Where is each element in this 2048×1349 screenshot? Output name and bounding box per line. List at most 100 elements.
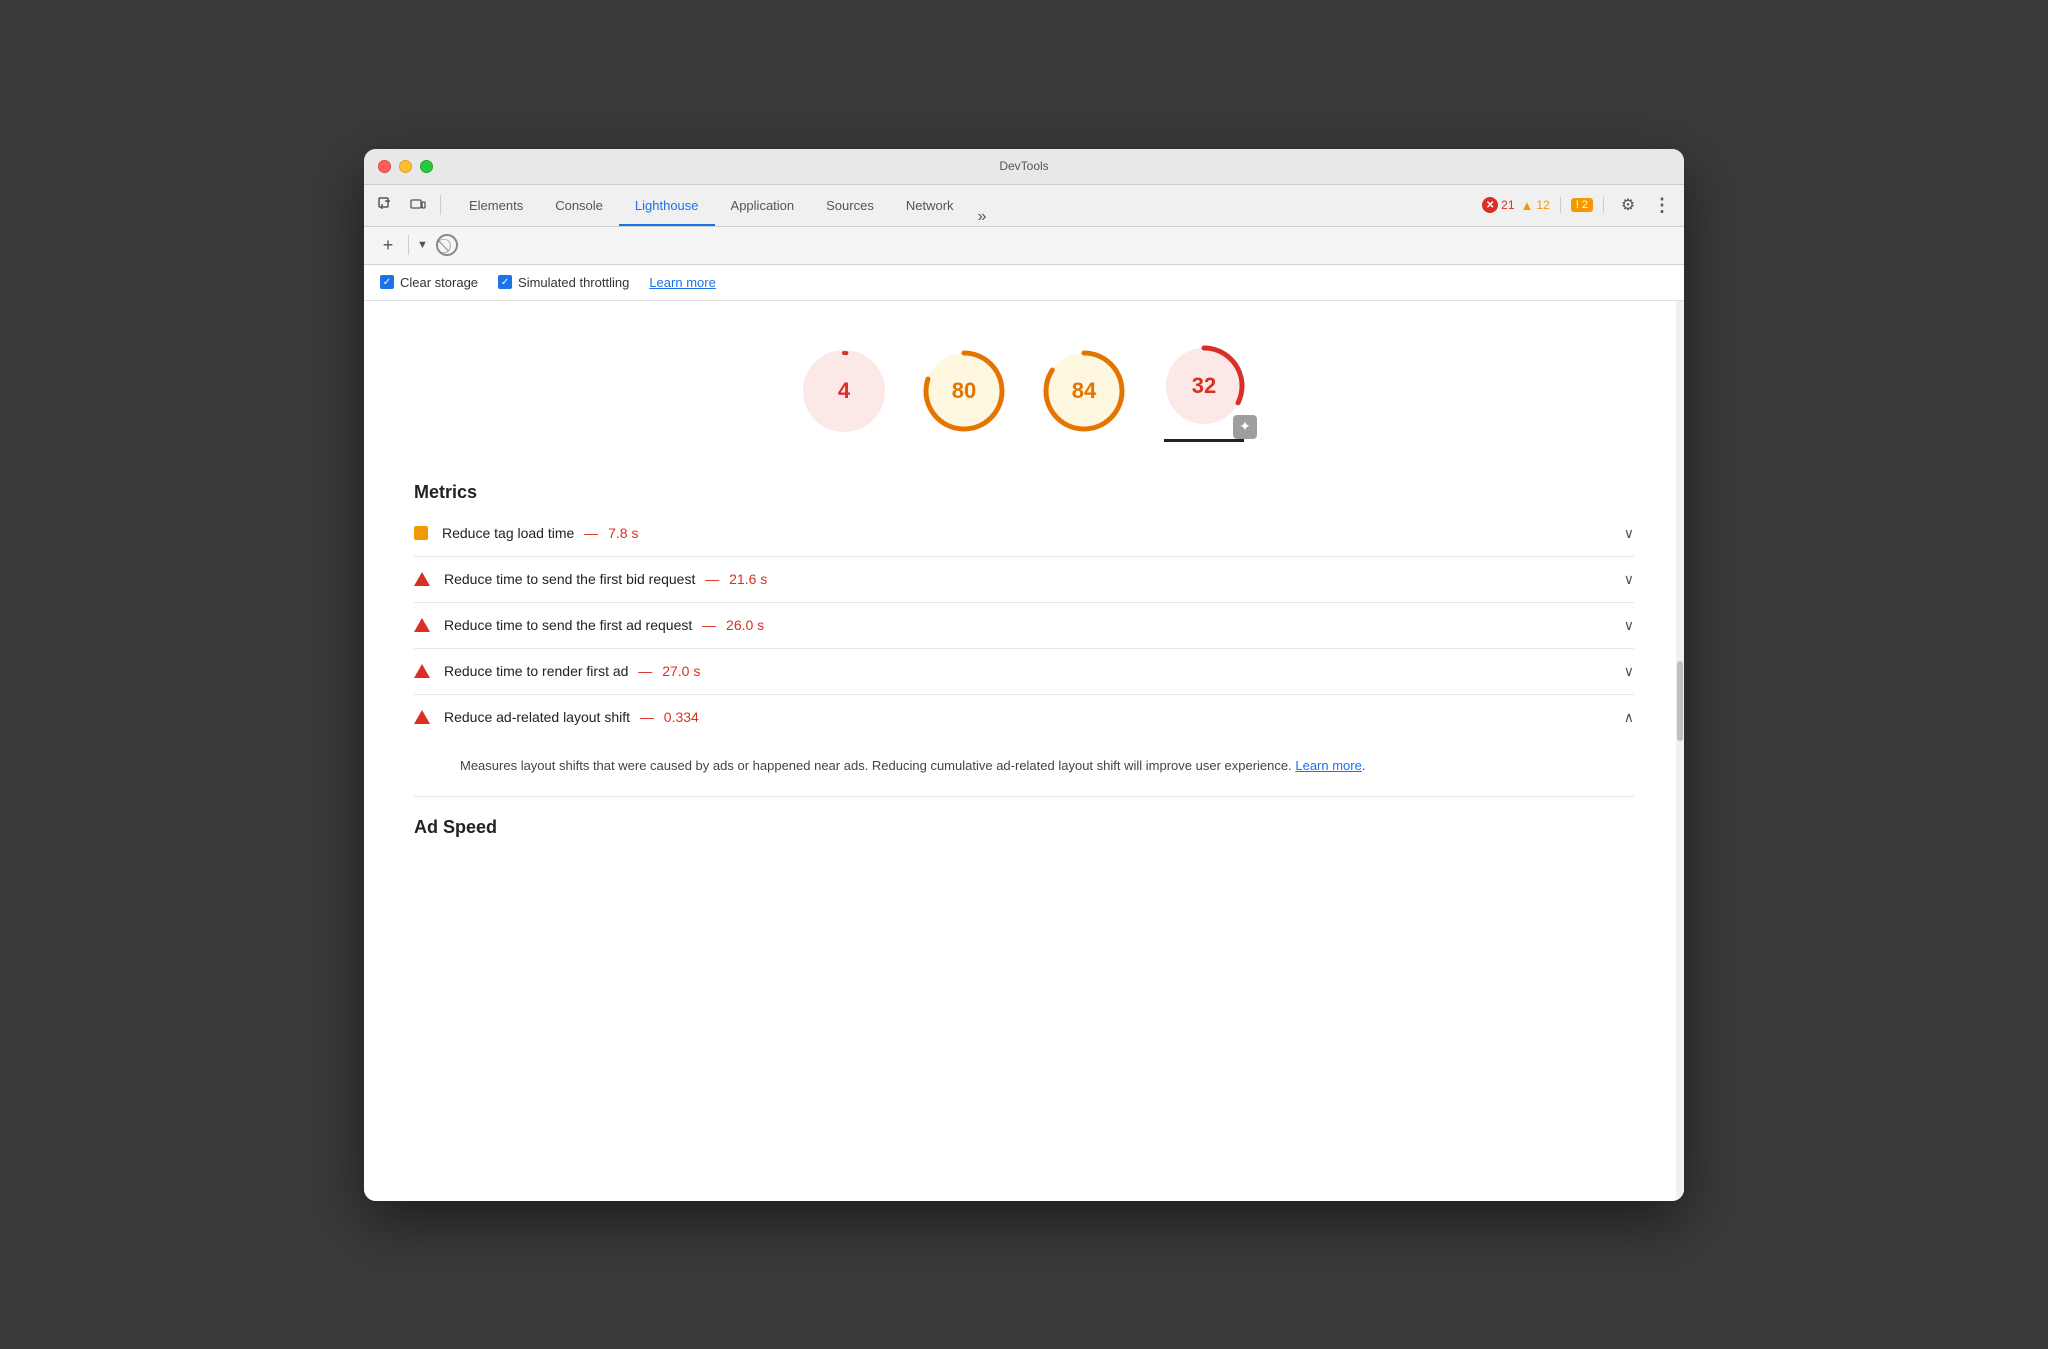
dropdown-button[interactable]: ▼	[417, 239, 428, 251]
red-triangle-icon-4	[414, 664, 430, 678]
red-triangle-icon-5	[414, 710, 430, 724]
score-value-1: 4	[838, 378, 850, 404]
score-circle-2: 80	[919, 346, 1009, 436]
metric-label-5: Reduce ad-related layout shift	[444, 709, 630, 725]
metric-learn-more-link[interactable]: Learn more	[1295, 758, 1361, 773]
metric-row-4[interactable]: Reduce time to render first ad — 27.0 s …	[414, 649, 1634, 695]
metric-dash-2: —	[701, 571, 723, 587]
metric-row-5[interactable]: Reduce ad-related layout shift — 0.334 ∧	[414, 695, 1634, 740]
info-badge[interactable]: ! 2	[1571, 198, 1593, 212]
metric-value-3: 26.0 s	[726, 617, 764, 633]
maximize-button[interactable]	[420, 160, 433, 173]
metric-detail-text: Measures layout shifts that were caused …	[460, 756, 1588, 777]
devtools-window: DevTools Elements Conso	[364, 149, 1684, 1201]
tabs-container: Elements Console Lighthouse Application …	[453, 185, 1482, 226]
score-section: 4 80	[364, 301, 1684, 462]
tab-bar: Elements Console Lighthouse Application …	[364, 185, 1684, 227]
score-value-3: 84	[1072, 378, 1096, 404]
simulated-throttling-option[interactable]: ✓ Simulated throttling	[498, 275, 629, 290]
window-title: DevTools	[999, 159, 1048, 173]
more-options-button[interactable]: ⋮	[1648, 191, 1676, 219]
tab-separator	[440, 195, 441, 215]
metric-expand-5[interactable]: ∧	[1624, 709, 1634, 726]
red-triangle-icon-2	[414, 572, 430, 586]
tab-icons	[372, 191, 445, 219]
metric-value-5: 0.334	[664, 709, 699, 725]
metric-expand-1[interactable]: ∨	[1624, 525, 1634, 542]
orange-square-icon	[414, 526, 428, 540]
no-entry-icon[interactable]: ⃠	[436, 234, 458, 256]
scrollbar[interactable]	[1676, 301, 1684, 1201]
metric-dash-3: —	[698, 617, 720, 633]
score-value-2: 80	[952, 378, 976, 404]
more-tabs-button[interactable]: »	[970, 208, 995, 226]
inspect-icon[interactable]	[372, 191, 400, 219]
score-gauge-3: 84	[1039, 346, 1129, 436]
tab-right-controls: ✕ 21 ▲ 12 ! 2 ⚙ ⋮	[1482, 191, 1676, 219]
tab-sources[interactable]: Sources	[810, 185, 890, 226]
main-content: 4 80	[364, 301, 1684, 1201]
device-toggle-icon[interactable]	[404, 191, 432, 219]
metric-row-2[interactable]: Reduce time to send the first bid reques…	[414, 557, 1634, 603]
red-triangle-icon-3	[414, 618, 430, 632]
toolbar-separator	[408, 235, 409, 255]
add-button[interactable]: +	[376, 233, 400, 257]
metric-label-4: Reduce time to render first ad	[444, 663, 628, 679]
metric-row-3[interactable]: Reduce time to send the first ad request…	[414, 603, 1634, 649]
metric-row-1[interactable]: Reduce tag load time — 7.8 s ∨	[414, 511, 1634, 557]
error-icon: ✕	[1482, 197, 1498, 213]
traffic-lights	[378, 160, 433, 173]
options-bar: ✓ Clear storage ✓ Simulated throttling L…	[364, 265, 1684, 301]
metric-dash-5: —	[636, 709, 658, 725]
close-button[interactable]	[378, 160, 391, 173]
tab-console[interactable]: Console	[539, 185, 619, 226]
warning-badge[interactable]: ▲ 12	[1521, 198, 1550, 213]
metric-expand-4[interactable]: ∨	[1624, 663, 1634, 680]
metric-value-4: 27.0 s	[662, 663, 700, 679]
tab-application[interactable]: Application	[715, 185, 811, 226]
score-circle-3: 84	[1039, 346, 1129, 436]
metrics-section: Metrics Reduce tag load time — 7.8 s ∨ R…	[364, 462, 1684, 798]
error-badge[interactable]: ✕ 21	[1482, 197, 1514, 213]
tab-network[interactable]: Network	[890, 185, 970, 226]
ad-speed-section: Ad Speed	[364, 797, 1684, 846]
simulated-throttling-checkbox[interactable]: ✓	[498, 275, 512, 289]
metric-value-2: 21.6 s	[729, 571, 767, 587]
tab-lighthouse[interactable]: Lighthouse	[619, 185, 715, 226]
info-icon: !	[1576, 199, 1579, 211]
ad-speed-title: Ad Speed	[414, 797, 1634, 846]
clear-storage-checkbox[interactable]: ✓	[380, 275, 394, 289]
badge-separator	[1560, 197, 1561, 213]
learn-more-link[interactable]: Learn more	[649, 275, 715, 290]
metric-value-1: 7.8 s	[608, 525, 638, 541]
score-gauge-1: 4	[799, 346, 889, 436]
plugin-icon: ✦	[1233, 415, 1257, 439]
badge-separator-2	[1603, 197, 1604, 213]
clear-storage-option[interactable]: ✓ Clear storage	[380, 275, 478, 290]
metrics-title: Metrics	[414, 462, 1634, 511]
score-circle-1: 4	[799, 346, 889, 436]
metric-expand-2[interactable]: ∨	[1624, 571, 1634, 588]
metric-dash-1: —	[580, 525, 602, 541]
metric-label-3: Reduce time to send the first ad request	[444, 617, 692, 633]
toolbar: + ▼ ⃠	[364, 227, 1684, 265]
simulated-throttling-label: Simulated throttling	[518, 275, 629, 290]
minimize-button[interactable]	[399, 160, 412, 173]
dropdown-arrow-icon: ▼	[417, 239, 428, 251]
warning-icon: ▲	[1521, 198, 1534, 213]
title-bar: DevTools	[364, 149, 1684, 185]
score-value-4: 32	[1192, 373, 1216, 399]
tab-elements[interactable]: Elements	[453, 185, 539, 226]
active-indicator	[1164, 439, 1244, 442]
clear-storage-label: Clear storage	[400, 275, 478, 290]
metric-label-1: Reduce tag load time	[442, 525, 574, 541]
settings-button[interactable]: ⚙	[1614, 191, 1642, 219]
metric-label-2: Reduce time to send the first bid reques…	[444, 571, 695, 587]
score-circle-4: 32 ✦	[1159, 341, 1249, 442]
score-gauge-4: 32 ✦	[1159, 341, 1249, 431]
scrollbar-thumb[interactable]	[1677, 661, 1683, 741]
metric-dash-4: —	[634, 663, 656, 679]
score-gauge-2: 80	[919, 346, 1009, 436]
metric-expand-3[interactable]: ∨	[1624, 617, 1634, 634]
metric-detail-5: Measures layout shifts that were caused …	[414, 740, 1634, 798]
